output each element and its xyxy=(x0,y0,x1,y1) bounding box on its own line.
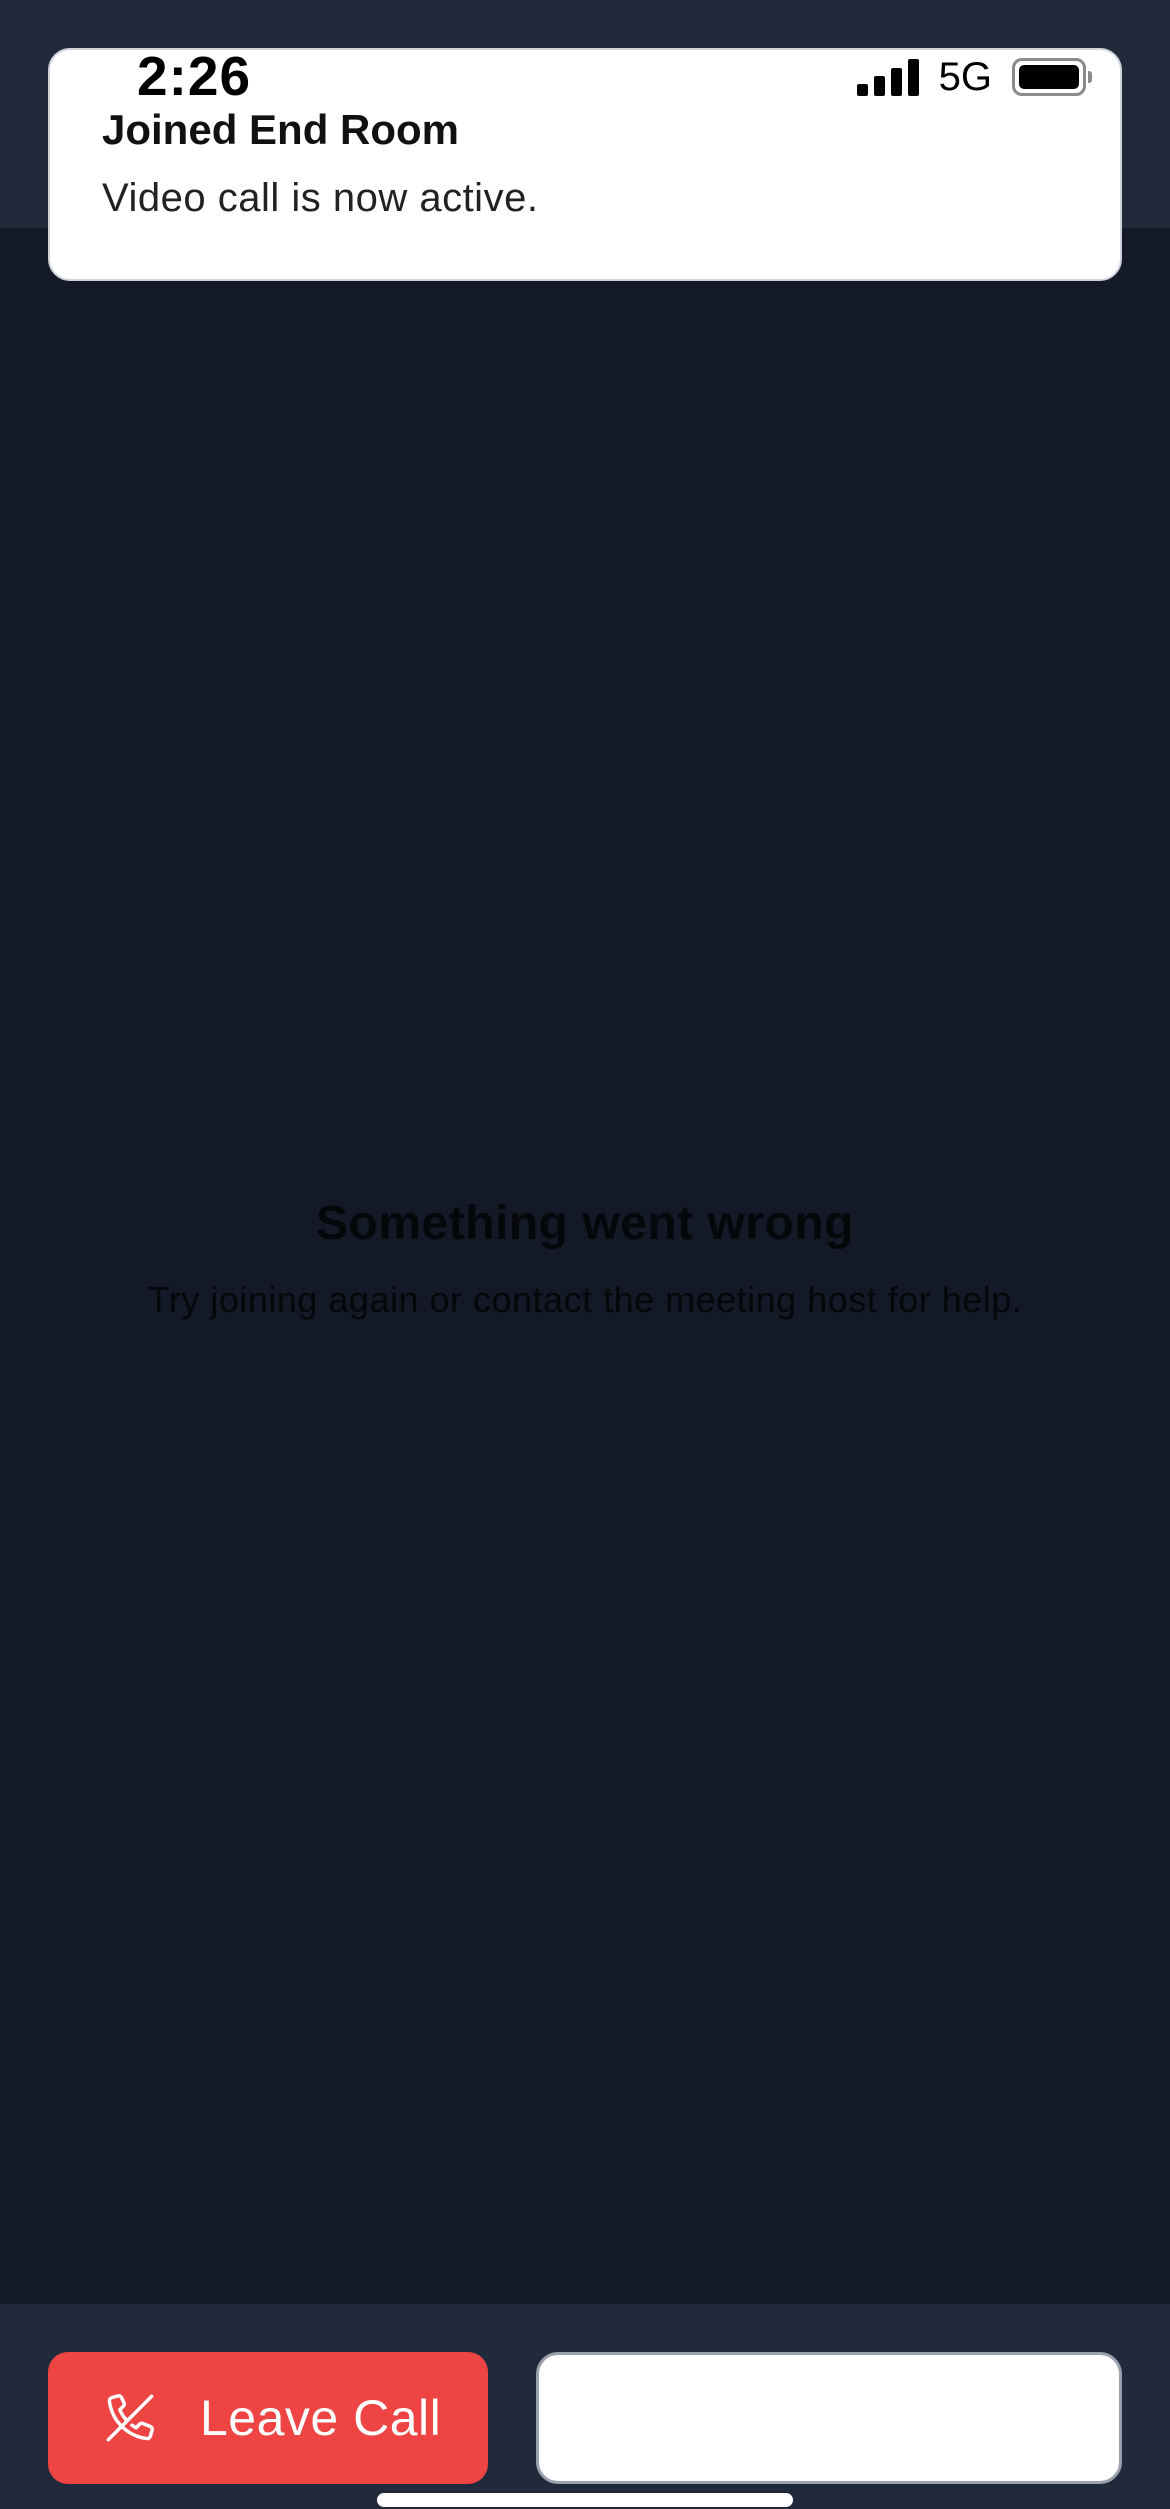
error-title: Something went wrong xyxy=(316,1197,854,1250)
secondary-action-button[interactable] xyxy=(536,2352,1122,2484)
battery-full-icon xyxy=(1012,58,1092,96)
call-screen: Joined End Room Video call is now active… xyxy=(0,0,1170,2509)
leave-call-label: Leave Call xyxy=(200,2390,442,2446)
home-indicator[interactable] xyxy=(377,2493,793,2507)
network-type-label: 5G xyxy=(938,54,992,99)
phone-hangup-icon xyxy=(106,2394,154,2442)
error-description: Try joining again or contact the meeting… xyxy=(147,1279,1023,1320)
cellular-signal-icon xyxy=(856,58,919,96)
call-controls-bar: Leave Call xyxy=(0,2304,1170,2509)
status-bar-time: 2:26 xyxy=(137,45,252,107)
leave-call-button[interactable]: Leave Call xyxy=(48,2352,488,2484)
toast-message: Video call is now active. xyxy=(102,176,539,220)
toast-title: Joined End Room xyxy=(102,106,459,153)
error-message-block: Something went wrong Try joining again o… xyxy=(0,1196,1170,1321)
status-bar-indicators: 5G xyxy=(856,54,1092,99)
